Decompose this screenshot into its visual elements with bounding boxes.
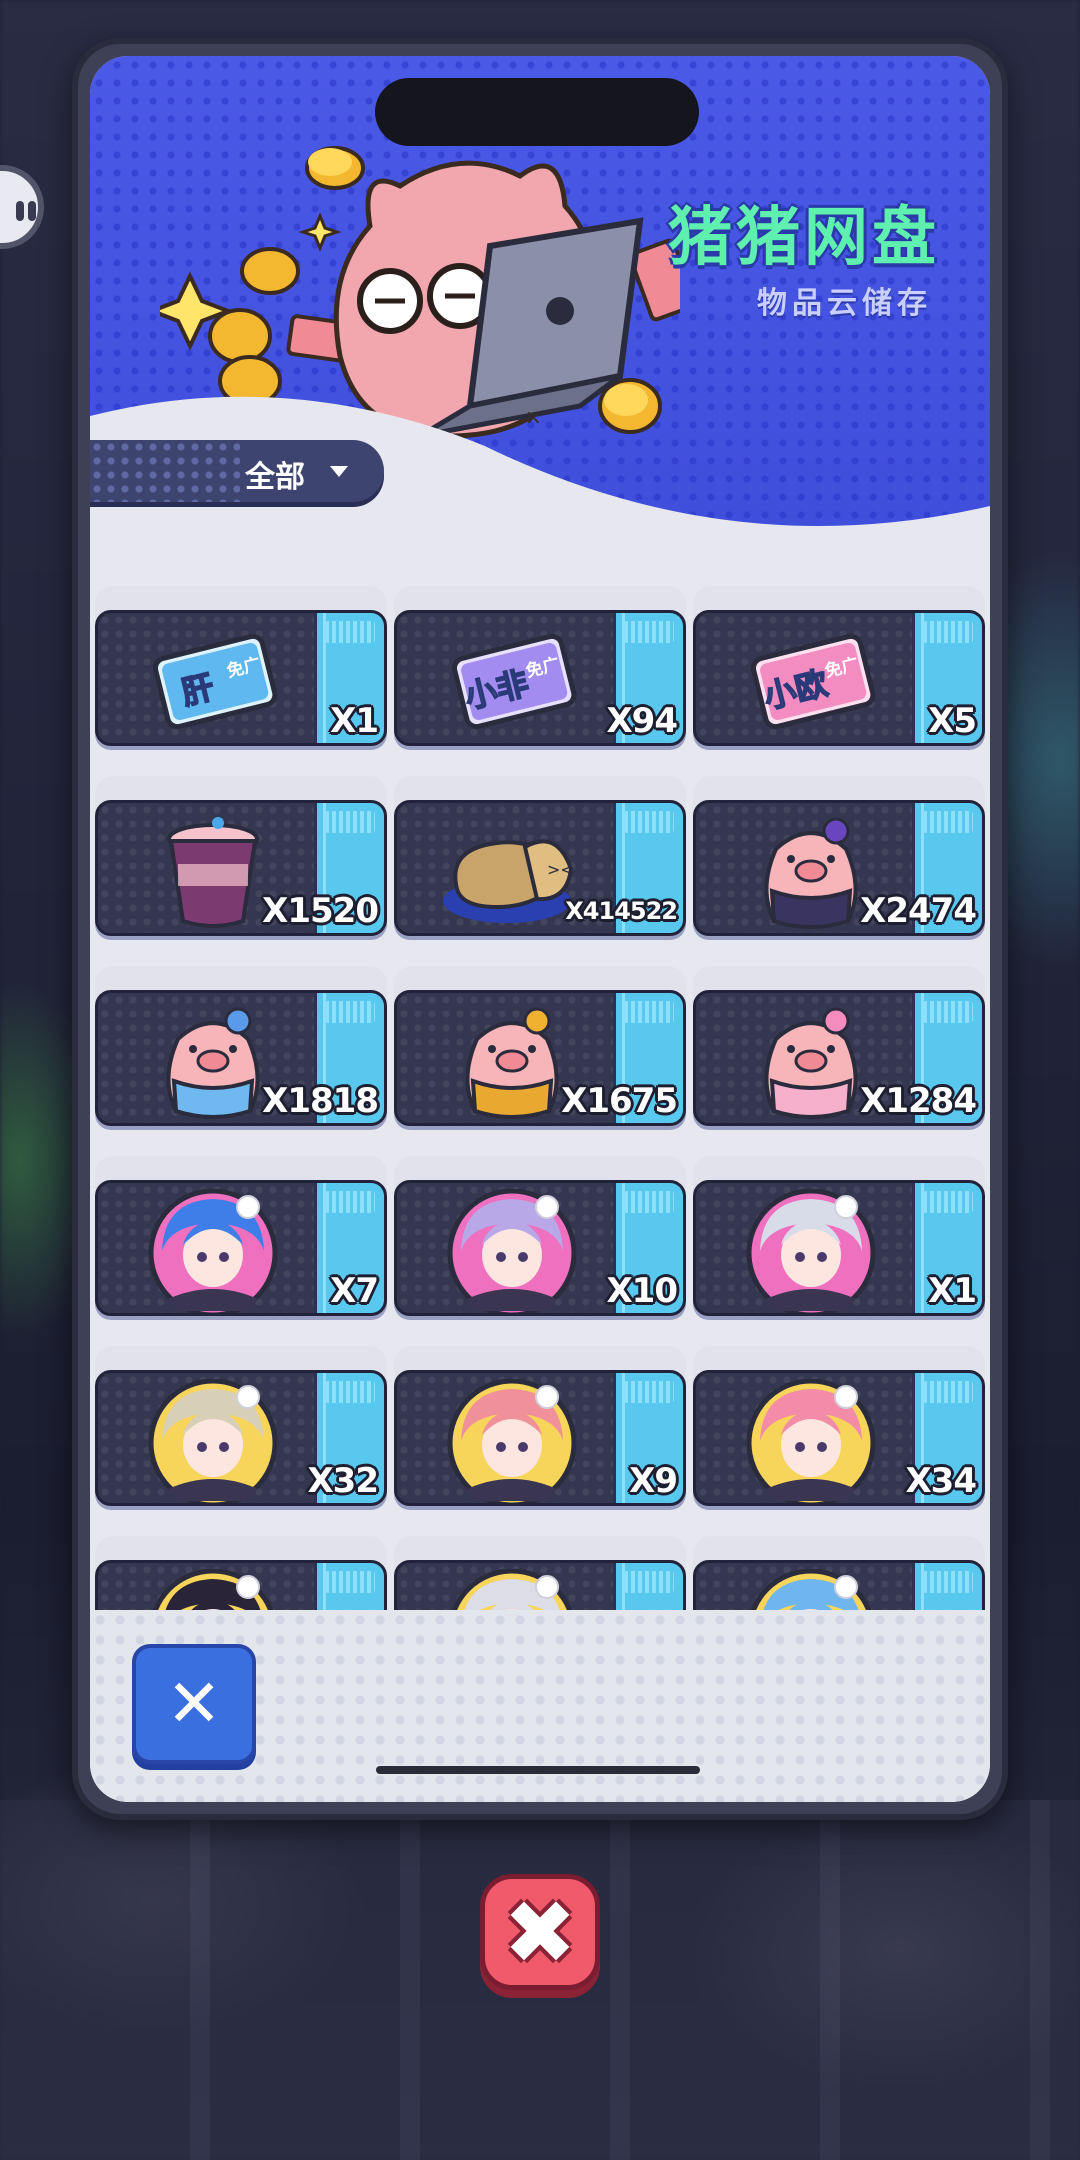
item-quantity: X5 (928, 701, 977, 741)
close-overlay-button[interactable]: ✖ (480, 1874, 600, 1990)
item-slot: X1818 (95, 966, 387, 1126)
item-card[interactable]: X10 (394, 1180, 686, 1316)
avatar-silver-hair-girl-icon (736, 1188, 886, 1313)
item-quantity: X7 (330, 1271, 379, 1311)
item-quantity: X1 (928, 1271, 977, 1311)
ticket-xiaofei-icon: 小非 免广 (437, 619, 587, 743)
item-quantity: X1 (330, 701, 379, 741)
item-card[interactable] (95, 1560, 387, 1610)
item-slot: X9 (394, 1346, 686, 1506)
item-slot: 小非 免广 X94 (394, 586, 686, 746)
item-quantity: X94 (606, 701, 678, 741)
avatar-blue-hair-girl-icon (138, 1188, 288, 1313)
item-slot: X7 (95, 1156, 387, 1316)
ticket-gan-icon: 肝 免广 (138, 619, 288, 743)
item-card[interactable]: X1818 (95, 990, 387, 1126)
item-card[interactable]: X1284 (693, 990, 985, 1126)
avatar-pink-twintail-girl-icon (736, 1378, 886, 1503)
item-card[interactable]: X1 (693, 1180, 985, 1316)
app-title: 猪猪网盘 (668, 201, 940, 275)
item-grid: 肝 免广 X1 小非 免广 X94 小欧 免广 X5 X1520 >< X414… (95, 586, 985, 1610)
item-slot: 肝 免广 X1 (95, 586, 387, 746)
item-slot (394, 1536, 686, 1610)
item-quantity: X414522 (565, 897, 678, 925)
item-quantity: X1520 (262, 891, 379, 931)
item-slot: 小欧 免广 X5 (693, 586, 985, 746)
svg-text:><: >< (547, 860, 574, 879)
item-slot: X1675 (394, 966, 686, 1126)
item-slot: X1520 (95, 776, 387, 936)
item-quantity: X1818 (262, 1081, 379, 1121)
item-slot: X32 (95, 1346, 387, 1506)
item-card[interactable]: X9 (394, 1370, 686, 1506)
item-slot: X1 (693, 1156, 985, 1316)
item-quantity: X1284 (860, 1081, 977, 1121)
filter-label: 全部 (245, 460, 305, 495)
item-card[interactable]: X1675 (394, 990, 686, 1126)
home-indicator (376, 1766, 700, 1774)
item-quantity: X34 (905, 1461, 977, 1501)
phone-frame: × 猪猪网盘 物品云储存 全部 肝 免广 X1 小非 免广 X94 小欧 免广 … (72, 38, 1008, 1820)
item-card[interactable] (394, 1560, 686, 1610)
item-card[interactable]: X1520 (95, 800, 387, 936)
avatar-pink-hair-girl-icon (437, 1378, 587, 1503)
item-card[interactable] (693, 1560, 985, 1610)
card-side-stripe (613, 1563, 683, 1610)
item-slot: X34 (693, 1346, 985, 1506)
item-quantity: X9 (629, 1461, 678, 1501)
item-card[interactable]: X34 (693, 1370, 985, 1506)
phone-screen: × 猪猪网盘 物品云储存 全部 肝 免广 X1 小非 免广 X94 小欧 免广 … (90, 56, 990, 1802)
avatar-blonde-girl-icon (138, 1378, 288, 1503)
avatar-blue-twintail-girl-icon (736, 1568, 886, 1610)
item-quantity: X32 (307, 1461, 379, 1501)
item-card[interactable]: >< X414522 (394, 800, 686, 936)
avatar-lavender-hair-girl-icon (437, 1188, 587, 1313)
card-side-stripe (912, 1563, 982, 1610)
item-quantity: X2474 (860, 891, 977, 931)
item-grid-scroll[interactable]: 肝 免广 X1 小非 免广 X94 小欧 免广 X5 X1520 >< X414… (90, 576, 990, 1610)
item-slot: >< X414522 (394, 776, 686, 936)
item-slot (95, 1536, 387, 1610)
avatar-black-hair-girl-icon (138, 1568, 288, 1610)
item-quantity: X1675 (561, 1081, 678, 1121)
filter-pattern (90, 440, 240, 502)
item-slot: X10 (394, 1156, 686, 1316)
chevron-down-icon (330, 466, 348, 477)
item-slot: X1284 (693, 966, 985, 1126)
close-button[interactable]: ✕ (132, 1644, 256, 1764)
item-card[interactable]: 小欧 免广 X5 (693, 610, 985, 746)
item-card[interactable]: 小非 免广 X94 (394, 610, 686, 746)
item-slot: X2474 (693, 776, 985, 936)
item-card[interactable]: 肝 免广 X1 (95, 610, 387, 746)
item-card[interactable]: X32 (95, 1370, 387, 1506)
phone-notch (375, 78, 699, 146)
item-slot (693, 1536, 985, 1610)
close-icon: ✕ (166, 1665, 222, 1742)
item-card[interactable]: X2474 (693, 800, 985, 936)
avatar-white-hair-girl-icon (437, 1568, 587, 1610)
item-quantity: X10 (606, 1271, 678, 1311)
card-side-stripe (314, 1563, 384, 1610)
ticket-xiaoou-icon: 小欧 免广 (736, 619, 886, 743)
item-card[interactable]: X7 (95, 1180, 387, 1316)
app-subtitle: 物品云储存 (757, 286, 932, 321)
close-icon: ✖ (503, 1881, 577, 1984)
filter-dropdown[interactable]: 全部 (90, 440, 384, 502)
